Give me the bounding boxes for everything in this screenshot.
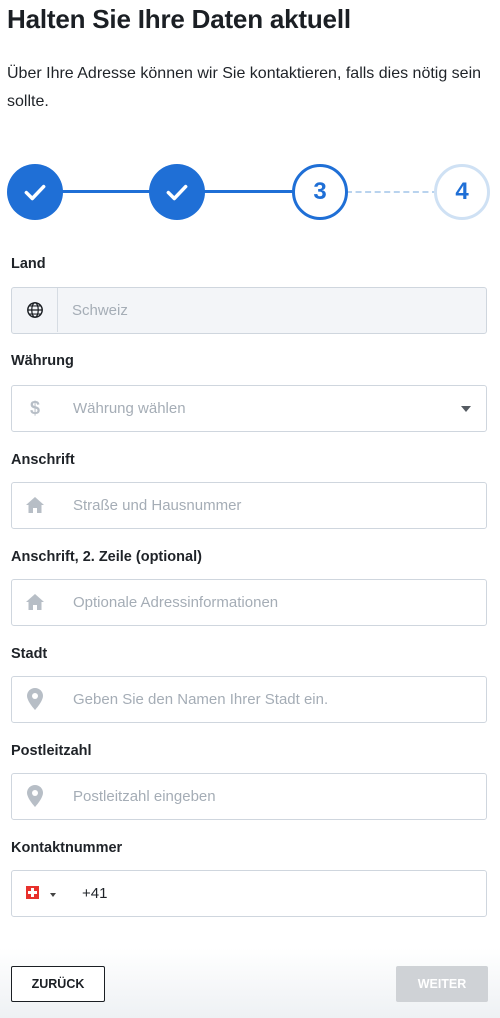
address-label: Anschrift (11, 452, 75, 468)
location-pin-icon (12, 774, 58, 818)
phone-label: Kontaktnummer (11, 840, 123, 856)
stepper-connector-1 (62, 190, 154, 193)
checkmark-icon (166, 184, 188, 201)
home-icon (12, 580, 58, 624)
currency-select[interactable]: $ Währung wählen (11, 385, 487, 432)
currency-label: Währung (11, 353, 74, 369)
address-placeholder: Straße und Hausnummer (73, 497, 242, 514)
stepper-connector-2 (204, 190, 296, 193)
address2-input[interactable]: Optionale Adressinformationen (11, 579, 487, 626)
phone-value: +41 (82, 885, 108, 902)
chevron-down-icon[interactable] (50, 893, 56, 897)
step-2-complete (149, 164, 205, 220)
postal-label: Postleitzahl (11, 743, 92, 759)
city-label: Stadt (11, 646, 48, 662)
address-input[interactable]: Straße und Hausnummer (11, 482, 487, 529)
postal-placeholder: Postleitzahl eingeben (73, 788, 216, 805)
location-pin-icon (12, 677, 58, 721)
home-icon (12, 483, 58, 527)
city-input[interactable]: Geben Sie den Namen Ihrer Stadt ein. (11, 676, 487, 723)
address2-placeholder: Optionale Adressinformationen (73, 594, 279, 611)
country-label: Land (11, 256, 46, 272)
phone-input[interactable]: +41 (11, 870, 487, 917)
step-1-complete (7, 164, 63, 220)
dollar-icon: $ (29, 397, 40, 418)
city-placeholder: Geben Sie den Namen Ihrer Stadt ein. (73, 691, 329, 708)
step-3-current: 3 (292, 164, 348, 220)
stepper-connector-3 (346, 191, 438, 193)
page-subtitle: Über Ihre Adresse können wir Sie kontakt… (7, 65, 482, 110)
postal-input[interactable]: Postleitzahl eingeben (11, 773, 487, 820)
chevron-down-icon[interactable] (461, 406, 471, 412)
page-title: Halten Sie Ihre Daten aktuell (7, 4, 351, 34)
checkmark-icon (24, 184, 46, 201)
next-button[interactable]: WEITER (396, 966, 488, 1002)
switzerland-flag-icon[interactable] (26, 886, 39, 899)
country-value: Schweiz (72, 302, 128, 319)
currency-placeholder: Währung wählen (73, 400, 186, 417)
address2-label: Anschrift, 2. Zeile (optional) (11, 549, 202, 565)
progress-stepper: 3 4 (0, 160, 500, 224)
globe-icon (12, 288, 58, 332)
country-field: Schweiz (11, 287, 487, 334)
back-button[interactable]: ZURÜCK (11, 966, 105, 1002)
step-4-future: 4 (434, 164, 490, 220)
